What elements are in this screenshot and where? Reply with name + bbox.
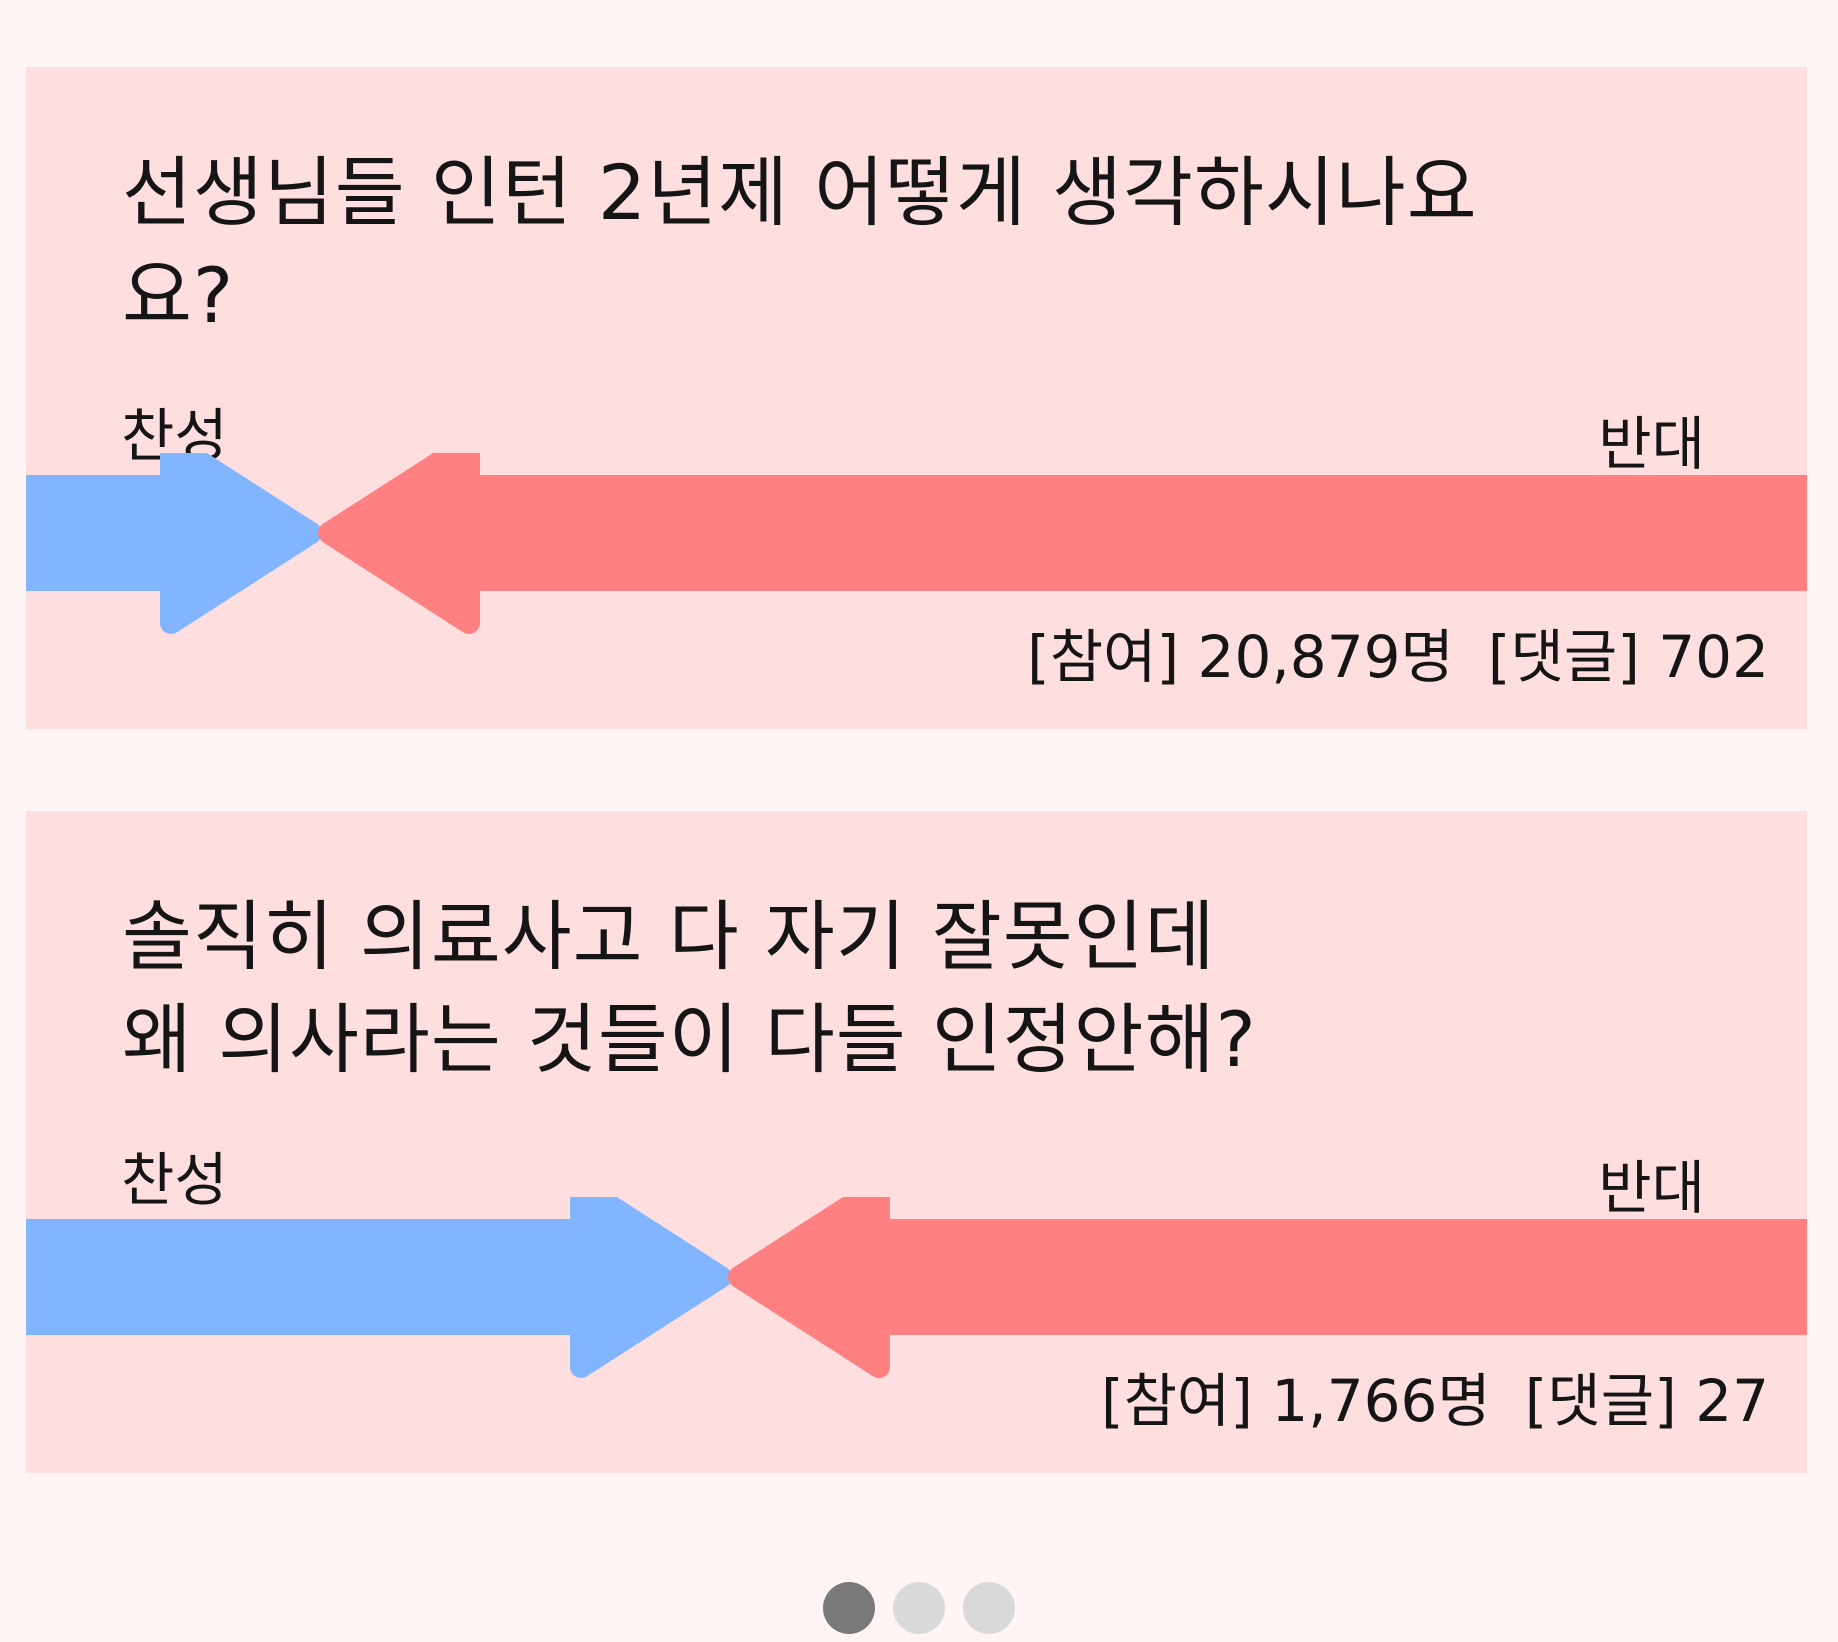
poll-question[interactable]: 솔직히 의료사고 다 자기 잘못인데 왜 의사라는 것들이 다들 인정안해? [122, 885, 1682, 1091]
participants-count: 20,879명 [1197, 623, 1454, 691]
poll-question[interactable]: 선생님들 인턴 2년제 어떻게 생각하시나요 요? [122, 141, 1682, 347]
comments-count: 702 [1658, 623, 1769, 691]
page-dot-2[interactable] [893, 1582, 945, 1634]
page-dot-3[interactable] [963, 1582, 1015, 1634]
poll-question-line-2: 요? [122, 251, 235, 340]
comments-label: [댓글] [1524, 1367, 1677, 1435]
participants-count: 1,766명 [1271, 1367, 1491, 1435]
poll-question-line-2: 왜 의사라는 것들이 다들 인정안해? [122, 995, 1257, 1084]
vote-balance-bar [26, 1197, 1807, 1378]
poll-question-line-1: 선생님들 인턴 2년제 어떻게 생각하시나요 [122, 148, 1478, 237]
agree-arrow [26, 453, 322, 634]
vote-balance-bar [26, 453, 1807, 634]
participants-label: [참여] [1100, 1367, 1253, 1435]
poll-card[interactable]: 솔직히 의료사고 다 자기 잘못인데 왜 의사라는 것들이 다들 인정안해? 찬… [26, 811, 1807, 1473]
carousel-pagination [0, 1582, 1838, 1634]
comments-label: [댓글] [1487, 623, 1640, 691]
poll-card[interactable]: 선생님들 인턴 2년제 어떻게 생각하시나요 요? 찬성 반대 [참여] 20,… [26, 67, 1807, 729]
poll-stats: [참여] 1,766명 [댓글] 27 [1101, 1366, 1769, 1436]
participants-label: [참여] [1027, 623, 1180, 691]
oppose-arrow [318, 453, 1807, 634]
poll-stats: [참여] 20,879명 [댓글] 702 [1027, 622, 1769, 692]
agree-arrow [26, 1197, 732, 1378]
oppose-arrow [728, 1197, 1807, 1378]
comments-count: 27 [1695, 1367, 1769, 1435]
page-dot-1[interactable] [823, 1582, 875, 1634]
poll-question-line-1: 솔직히 의료사고 다 자기 잘못인데 [122, 892, 1216, 981]
